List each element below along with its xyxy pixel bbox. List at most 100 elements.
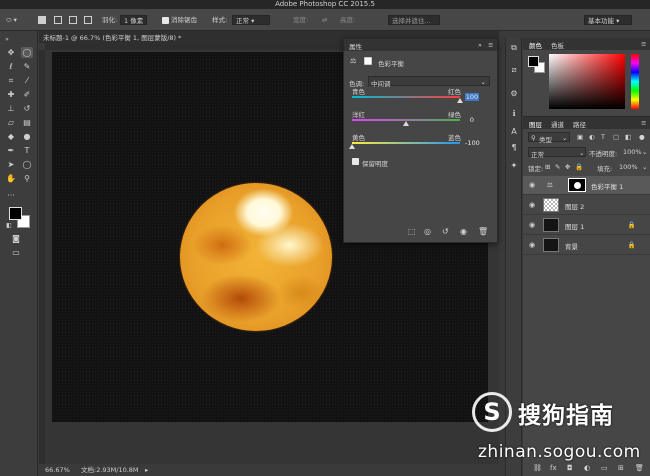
- clone-stamp-icon[interactable]: ⊥: [5, 103, 17, 114]
- type-icon[interactable]: T: [21, 145, 33, 156]
- history-brush-icon[interactable]: ↺: [21, 103, 33, 114]
- blur-icon[interactable]: ◆: [5, 131, 17, 142]
- layer-row[interactable]: ◉ 背景 🔒: [523, 236, 650, 255]
- layer-thumbnail[interactable]: [543, 198, 559, 212]
- properties-panel-icon[interactable]: ⚙: [508, 88, 520, 99]
- style-select[interactable]: 正常 ▾: [232, 15, 270, 26]
- zoom-level[interactable]: 66.67%: [45, 464, 70, 476]
- preserve-luminosity-checkbox[interactable]: 保留明度: [352, 157, 432, 168]
- filter-toggle-icon[interactable]: ●: [639, 133, 645, 141]
- marquee-preset-icon[interactable]: ⬭ ▾: [6, 15, 17, 26]
- panel-collapse-icon[interactable]: »: [478, 41, 482, 49]
- slider-thumb[interactable]: [349, 144, 355, 149]
- select-and-mask-button[interactable]: 选择并遮住...: [388, 15, 440, 26]
- panel-menu-icon[interactable]: ≡: [488, 41, 493, 49]
- foreground-swatch[interactable]: [528, 56, 539, 67]
- lasso-icon[interactable]: ℓ: [5, 61, 17, 72]
- zoom-icon[interactable]: ⚲: [21, 173, 33, 184]
- visibility-eye-icon[interactable]: ◉: [529, 221, 535, 229]
- eyedropper-icon[interactable]: ⁄: [21, 75, 33, 86]
- quick-select-icon[interactable]: ✎: [21, 61, 33, 72]
- feather-field[interactable]: 1 像素: [120, 15, 148, 26]
- opacity-value[interactable]: 100%: [623, 148, 642, 156]
- edit-toolbar-icon[interactable]: ···: [5, 190, 17, 201]
- lock-all-icon[interactable]: 🔒: [575, 163, 583, 171]
- slider-value-field[interactable]: 100: [465, 93, 479, 101]
- antialias-checkbox[interactable]: 消除锯齿: [162, 15, 197, 26]
- layer-thumbnail[interactable]: [543, 238, 559, 252]
- foreground-color-swatch[interactable]: [9, 207, 22, 220]
- layer-name[interactable]: 色彩平衡 1: [591, 181, 623, 191]
- layer-mask-thumbnail[interactable]: [568, 178, 586, 192]
- dodge-icon[interactable]: ●: [21, 131, 33, 142]
- tab-swatches[interactable]: 色板: [551, 40, 564, 50]
- layer-name[interactable]: 图层 2: [565, 201, 584, 211]
- move-tool-icon[interactable]: ✥: [5, 47, 17, 58]
- view-previous-icon[interactable]: ◎: [424, 227, 431, 236]
- elliptical-marquee-icon[interactable]: ◯: [21, 47, 33, 58]
- layers-panel-menu-icon[interactable]: ≡: [641, 119, 646, 127]
- lock-transparent-icon[interactable]: ⊞: [545, 163, 550, 171]
- slider-thumb[interactable]: [403, 121, 409, 126]
- layer-filter-select[interactable]: ⚲ 类型 ⌄: [528, 132, 570, 144]
- eraser-icon[interactable]: ▱: [5, 117, 17, 128]
- info-panel-icon[interactable]: ℹ: [508, 108, 520, 119]
- layer-name[interactable]: 图层 1: [565, 221, 584, 231]
- filter-smart-icon[interactable]: ◧: [625, 133, 631, 141]
- collapse-icon[interactable]: »: [1, 34, 13, 45]
- slider-thumb[interactable]: [457, 98, 463, 103]
- visibility-eye-icon[interactable]: ◉: [529, 181, 535, 189]
- layer-row[interactable]: ◉ 图层 2: [523, 196, 650, 215]
- layer-name[interactable]: 背景: [565, 241, 578, 251]
- filter-type-icon[interactable]: T: [601, 133, 605, 141]
- mask-icon[interactable]: [364, 57, 372, 65]
- filter-adjustment-icon[interactable]: ◐: [589, 133, 595, 141]
- workspace-select[interactable]: 基本功能 ▾: [584, 15, 632, 26]
- brush-icon[interactable]: ✐: [21, 89, 33, 100]
- actions-panel-icon[interactable]: ⧄: [508, 64, 520, 75]
- filter-pixel-icon[interactable]: ▣: [577, 133, 583, 141]
- ellipse-shape-icon[interactable]: ◯: [21, 159, 33, 170]
- layer-row[interactable]: ◉ 图层 1 🔒: [523, 216, 650, 235]
- tab-paths[interactable]: 路径: [573, 119, 586, 129]
- visibility-eye-icon[interactable]: ◉: [529, 201, 535, 209]
- trash-icon[interactable]: 🗑: [478, 227, 488, 236]
- color-panel-menu-icon[interactable]: ≡: [641, 40, 646, 48]
- quick-mask-icon[interactable]: ◙: [10, 233, 22, 244]
- crop-icon[interactable]: ⌗: [5, 75, 17, 86]
- color-field[interactable]: [549, 54, 625, 109]
- tab-color[interactable]: 颜色: [529, 40, 542, 50]
- filter-shape-icon[interactable]: ▢: [613, 133, 619, 141]
- feather-value[interactable]: 1 像素: [120, 15, 148, 25]
- hue-slider[interactable]: [631, 54, 639, 109]
- subtract-selection-icon[interactable]: [69, 15, 77, 26]
- character-panel-icon[interactable]: A: [508, 126, 520, 137]
- visibility-eye-icon[interactable]: ◉: [529, 241, 535, 249]
- lock-position-icon[interactable]: ✥: [565, 163, 570, 171]
- healing-brush-icon[interactable]: ✚: [5, 89, 17, 100]
- lock-image-icon[interactable]: ✎: [555, 163, 560, 171]
- history-panel-icon[interactable]: ⧉: [508, 42, 520, 53]
- color-slider-track[interactable]: [352, 96, 460, 98]
- status-menu-icon[interactable]: ▸: [145, 464, 148, 476]
- visibility-icon[interactable]: ◉: [460, 227, 467, 236]
- blend-mode-select[interactable]: 正常 ⌄: [528, 147, 586, 159]
- hand-icon[interactable]: ✋: [5, 173, 17, 184]
- reset-icon[interactable]: ↺: [442, 227, 449, 236]
- clip-to-layer-icon[interactable]: ⬚: [408, 227, 416, 236]
- fill-value[interactable]: 100%: [619, 163, 638, 171]
- preserve-check-icon[interactable]: [352, 158, 359, 165]
- tab-channels[interactable]: 通道: [551, 119, 564, 129]
- pen-icon[interactable]: ✒: [5, 145, 17, 156]
- gradient-icon[interactable]: ▤: [21, 117, 33, 128]
- slider-value-field[interactable]: 0: [465, 116, 479, 124]
- path-select-icon[interactable]: ➤: [5, 159, 17, 170]
- tab-layers[interactable]: 图层: [529, 119, 542, 129]
- tone-select[interactable]: 中间调 ⌄: [368, 76, 490, 88]
- paragraph-panel-icon[interactable]: ¶: [508, 142, 520, 153]
- antialias-check-icon[interactable]: [162, 16, 169, 24]
- slider-value-field[interactable]: -100: [465, 139, 480, 147]
- opacity-chevron-icon[interactable]: ⌄: [642, 148, 647, 156]
- add-selection-icon[interactable]: [54, 15, 62, 26]
- fill-chevron-icon[interactable]: ⌄: [642, 163, 647, 171]
